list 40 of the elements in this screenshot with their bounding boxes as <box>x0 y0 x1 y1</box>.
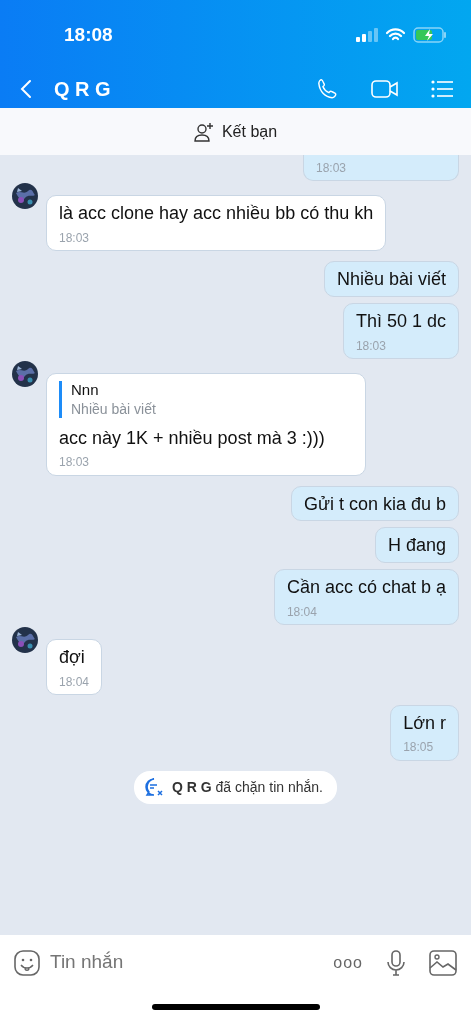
message-text: H đang <box>387 535 446 557</box>
message-time: 18:03 <box>316 161 348 176</box>
message-time: 18:03 <box>59 455 91 470</box>
image-icon[interactable] <box>429 949 457 976</box>
signal-icon <box>356 28 378 42</box>
add-friend-button[interactable]: Kết bạn <box>193 119 278 144</box>
microphone-icon[interactable] <box>387 949 405 976</box>
message-time: 18:03 <box>59 231 91 246</box>
avatar[interactable] <box>12 183 38 210</box>
status-time: 18:08 <box>64 22 113 47</box>
message-field[interactable]: Tin nhắn <box>48 947 334 978</box>
message-text: Cần acc có chat b ạ <box>286 576 446 599</box>
battery-icon <box>413 27 447 43</box>
phone-icon[interactable] <box>317 78 339 100</box>
message-text: Nhiều bài viết <box>336 269 446 291</box>
message-text: Lớn r <box>403 712 446 735</box>
message-text: Thì 50 1 dc <box>355 310 446 333</box>
message-text: đợi <box>59 646 86 669</box>
quoted-message[interactable]: Nnn Nhiều bài viết <box>59 380 325 418</box>
more-button[interactable]: ooo <box>333 950 363 975</box>
quote-author: Nnn <box>71 380 100 399</box>
message-text: là acc clone hay acc nhiều bb có thu kh <box>59 203 374 225</box>
message-time: 18:03 <box>355 338 387 353</box>
message-text: Gửi t con kia đu b <box>303 493 446 516</box>
message-time: 18:04 <box>286 604 318 619</box>
sticker-icon[interactable] <box>14 949 40 976</box>
chat-title: Q R G <box>54 77 111 102</box>
video-call-icon[interactable] <box>371 79 399 99</box>
add-person-icon <box>193 121 214 142</box>
avatar[interactable] <box>12 360 38 387</box>
notice-text: Q R G đã chặn tin nhắn. <box>172 777 323 797</box>
blocked-chat-icon <box>144 777 164 798</box>
avatar[interactable] <box>12 626 38 653</box>
message-time: 18:04 <box>59 674 90 689</box>
quote-text: Nhiều bài viết <box>71 400 157 418</box>
menu-icon[interactable] <box>431 80 453 98</box>
wifi-icon <box>386 28 405 42</box>
message-text: acc này 1K + nhiều post mà 3 :))) <box>59 427 325 450</box>
back-icon[interactable] <box>20 79 32 99</box>
message-time: 18:05 <box>403 740 435 755</box>
